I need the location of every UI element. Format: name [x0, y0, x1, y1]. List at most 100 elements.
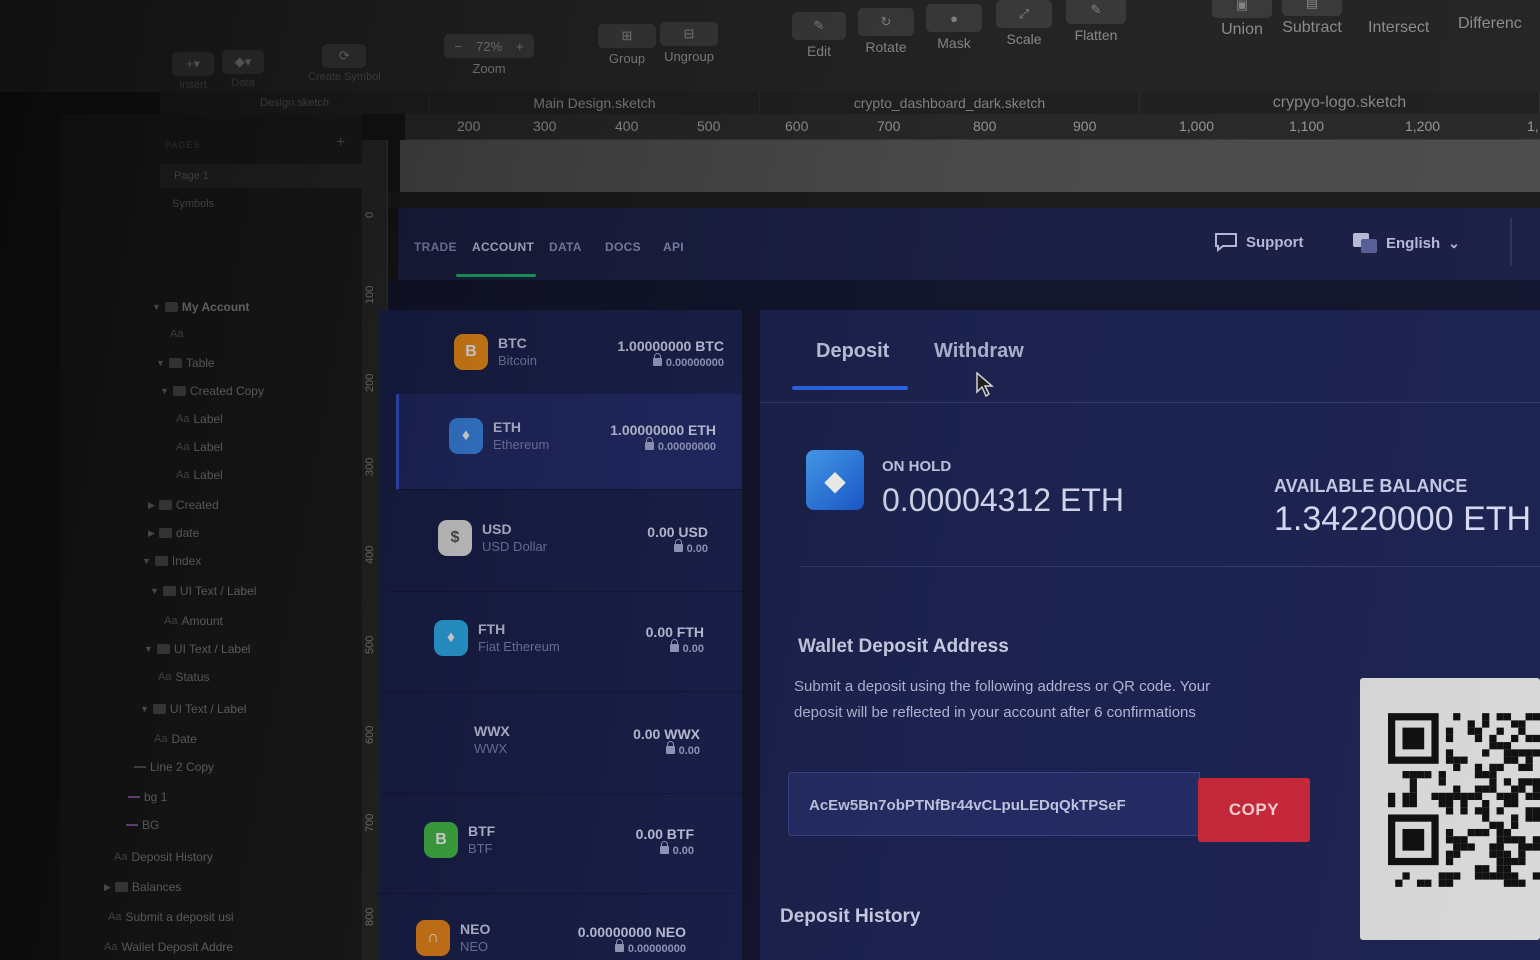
layer-row[interactable]: ▶ Balances [104, 880, 181, 894]
zoom-tool[interactable]: − 72% + Zoom [444, 34, 534, 76]
collapse-icon[interactable]: ▼ [142, 556, 151, 566]
layer-row[interactable]: Aa Label [176, 412, 223, 426]
qr-module [1532, 843, 1540, 851]
layer-row[interactable]: Aa Date [154, 732, 197, 746]
layer-row[interactable]: bg 1 [128, 790, 167, 804]
line-layer-icon [134, 766, 146, 768]
wallet-row-btf[interactable]: B BTF BTF 0.00 BTF 0.00 [374, 798, 736, 894]
qr-module [1460, 756, 1468, 764]
document-tabs: Design.sketch Main Design.sketch crypto_… [160, 92, 1540, 114]
collapse-icon[interactable]: ▼ [150, 586, 159, 596]
scale-tool[interactable]: ⤢ Scale [996, 0, 1052, 47]
layer-row[interactable]: ▼ Index [142, 554, 201, 568]
insert-tool[interactable]: +▾ Insert [172, 52, 214, 91]
subtract-tool[interactable]: ▤ Subtract [1282, 0, 1342, 37]
qr-module [1525, 713, 1533, 721]
nav-account[interactable]: ACCOUNT [472, 240, 534, 254]
zoom-control[interactable]: − 72% + [444, 34, 534, 58]
layer-row[interactable]: Aa Amount [164, 614, 223, 628]
expand-icon[interactable]: ▶ [104, 882, 111, 893]
qr-module [1518, 857, 1526, 866]
qr-module [1453, 756, 1461, 764]
layer-row[interactable]: ▼ UI Text / Label [140, 702, 246, 716]
qr-module [1445, 836, 1454, 844]
collapse-icon[interactable]: ▼ [152, 302, 161, 312]
layer-row[interactable]: ▼ Created Copy [160, 384, 264, 398]
layer-row[interactable]: BG [126, 818, 159, 832]
create-symbol-tool[interactable]: ⟳ Create Symbol [308, 44, 381, 83]
layer-row[interactable]: Aa Label [176, 468, 223, 482]
add-page-icon[interactable]: + [336, 134, 345, 152]
copy-button[interactable]: COPY [1198, 778, 1310, 842]
qr-module [1496, 843, 1504, 851]
qr-module [1402, 800, 1410, 808]
collapse-icon[interactable]: ▼ [160, 386, 169, 396]
zoom-in-icon[interactable]: + [516, 39, 524, 54]
nav-docs[interactable]: DOCS [605, 240, 641, 254]
qr-module [1482, 785, 1490, 793]
symbol-icon: ⟳ [322, 44, 367, 68]
wallet-row-neo[interactable]: ∩ NEO NEO 0.00000000 NEO 0.00000000 [366, 896, 728, 960]
tab-withdraw[interactable]: Withdraw [934, 340, 1024, 363]
layer-row[interactable]: Line 2 Copy [134, 760, 214, 774]
wallet-row-btc[interactable]: B BTC Bitcoin 1.00000000 BTC 0.00000000 [404, 310, 766, 406]
pages-header: PAGES [165, 140, 201, 150]
layer-row[interactable]: Aa Label [176, 440, 223, 454]
nav-api[interactable]: API [663, 240, 684, 254]
layer-row[interactable]: ▼ UI Text / Label [144, 642, 250, 656]
nav-data[interactable]: DATA [549, 240, 582, 254]
layer-row[interactable]: ▼ My Account [152, 300, 249, 314]
qr-module [1482, 828, 1490, 837]
page-item[interactable]: Page 1 [160, 164, 370, 188]
qr-module [1503, 836, 1512, 844]
flatten-tool[interactable]: ✎ Flatten [1066, 0, 1126, 43]
expand-icon[interactable]: ▶ [148, 528, 155, 539]
collapse-icon[interactable]: ▼ [140, 704, 149, 714]
nav-trade[interactable]: TRADE [414, 240, 457, 254]
edit-tool[interactable]: ✎ Edit [792, 12, 846, 59]
deposit-address-field[interactable]: AcEw5Bn7obPTNfBr44vCLpuLEDqQkTPSeF [788, 772, 1200, 836]
qr-module [1445, 850, 1454, 858]
language-select[interactable]: English ⌄ [1352, 232, 1460, 254]
wallet-row-wwx[interactable]: WWX WWX 0.00 WWX 0.00 [380, 698, 742, 794]
layer-row[interactable]: Aa Deposit History [114, 850, 213, 864]
tab-deposit[interactable]: Deposit [816, 340, 889, 363]
wallet-row-usd[interactable]: $ USD USD Dollar 0.00 USD 0.00 [388, 496, 750, 592]
qr-module [1416, 879, 1425, 887]
page-item[interactable]: Symbols [172, 198, 214, 210]
expand-icon[interactable]: ▶ [148, 500, 155, 511]
layer-row[interactable]: ▶ date [148, 526, 199, 540]
data-tool[interactable]: ◆▾ Data [222, 50, 264, 89]
layer-row[interactable]: Aa Status [158, 670, 210, 684]
intersect-tool[interactable]: Intersect [1368, 0, 1429, 37]
layer-row[interactable]: ▼ Table [156, 356, 215, 370]
horizontal-ruler: 200 300 400 500 600 700 800 900 1,000 1,… [405, 114, 1540, 140]
layer-row[interactable]: Aa Submit a deposit usi [108, 910, 234, 924]
group-tool[interactable]: ⊞ Group [598, 24, 656, 66]
file-tab[interactable]: crypto_dashboard_dark.sketch [760, 92, 1140, 114]
union-tool[interactable]: ▣ Union [1212, 0, 1272, 39]
qr-module [1445, 749, 1454, 757]
difference-tool[interactable]: Differenc [1458, 0, 1522, 33]
collapse-icon[interactable]: ▼ [156, 358, 165, 368]
file-tab[interactable]: crypyo-logo.sketch [1140, 92, 1540, 114]
ungroup-tool[interactable]: ⊟ Ungroup [660, 22, 718, 64]
file-tab[interactable]: Design.sketch [160, 92, 430, 114]
flatten-icon: ✎ [1066, 0, 1126, 24]
layer-row[interactable]: ▼ UI Text / Label [150, 584, 256, 598]
support-link[interactable]: Support [1214, 232, 1304, 252]
wallet-row-fth[interactable]: ♦ FTH Fiat Ethereum 0.00 FTH 0.00 [384, 596, 746, 692]
wallet-row-eth[interactable]: ♦ ETH Ethereum 1.00000000 ETH 0.00000000 [396, 394, 758, 490]
layer-row[interactable]: Aa [170, 328, 187, 340]
qr-module [1511, 821, 1519, 829]
layer-row[interactable]: Aa Wallet Deposit Addre [104, 940, 233, 954]
rotate-tool[interactable]: ↻ Rotate [858, 8, 914, 55]
layer-row[interactable]: ▶ Created [148, 498, 219, 512]
qr-module [1409, 792, 1417, 800]
qr-module [1503, 857, 1512, 866]
zoom-out-icon[interactable]: − [454, 39, 462, 54]
file-tab[interactable]: Main Design.sketch [430, 92, 760, 114]
collapse-icon[interactable]: ▼ [144, 644, 153, 654]
mask-tool[interactable]: ● Mask [926, 4, 982, 51]
qr-module [1482, 872, 1490, 880]
